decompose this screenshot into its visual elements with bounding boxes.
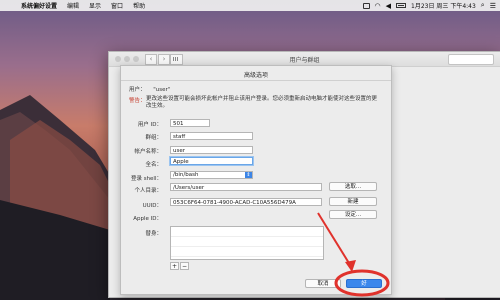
search-input[interactable] (448, 54, 494, 65)
full-name-label: 全名： (145, 162, 162, 168)
choose-button[interactable]: 选取... (329, 182, 377, 191)
remove-alias-button[interactable]: − (180, 262, 189, 270)
warning-text: 更改这些设置可能会损坏此帐户并阻止该用户登录。您必须重新启动电脑才能使对这些设置… (146, 96, 378, 109)
sheet-divider (121, 80, 391, 81)
full-name-field[interactable]: Apple (170, 157, 253, 165)
apple-id-label: Apple ID： (133, 216, 162, 222)
sheet-title: 高级选项 (243, 72, 268, 79)
aliases-list[interactable] (170, 226, 324, 260)
menu-clock[interactable]: 1月23日 周三 下午4:43 (411, 1, 476, 10)
notification-center-icon[interactable]: ☰ (490, 2, 496, 10)
screen-mirroring-icon[interactable] (362, 2, 370, 9)
menu-help[interactable]: 帮助 (128, 1, 150, 10)
menu-window[interactable]: 窗口 (106, 1, 128, 10)
menu-view[interactable]: 显示 (84, 1, 106, 10)
chevron-updown-icon: ⇕ (245, 172, 252, 178)
battery-icon[interactable] (396, 3, 407, 8)
warning-label: 警告： (129, 98, 146, 104)
home-dir-label: 个人目录： (134, 188, 162, 194)
user-label: 用户： (129, 87, 146, 93)
set-apple-id-button[interactable]: 设定... (329, 210, 377, 219)
add-alias-button[interactable]: + (170, 262, 179, 270)
wifi-icon[interactable]: ◠ (375, 2, 381, 10)
account-name-field[interactable]: user (170, 146, 253, 154)
list-item (171, 247, 323, 257)
uuid-label: UUID： (142, 203, 162, 209)
ok-button[interactable]: 好 (346, 279, 382, 288)
group-field[interactable]: staff (170, 132, 253, 140)
user-info: 用户： "user" (129, 85, 170, 93)
login-shell-select[interactable]: /bin/bash ⇕ (170, 171, 253, 179)
login-shell-value: /bin/bash (173, 172, 199, 178)
spotlight-search-icon[interactable]: ⌕ (481, 1, 485, 10)
menu-bar: 系统偏好设置 编辑 显示 窗口 帮助 ◠ ◀ 1月23日 周三 下午4:43 ⌕… (0, 0, 500, 11)
account-name-label: 帐户名称： (134, 149, 162, 155)
uuid-field[interactable]: 053C6F64-0781-4900-ACAD-C10A556D479A (170, 198, 322, 206)
volume-icon[interactable]: ◀ (386, 2, 391, 10)
window-title: 用户与群组 (289, 57, 320, 64)
user-value: "user" (153, 87, 171, 93)
cancel-button[interactable]: 取消 (305, 279, 341, 288)
menu-app-name[interactable]: 系统偏好设置 (16, 1, 62, 10)
uid-field[interactable]: 501 (170, 119, 210, 127)
login-shell-label: 登录 shell： (130, 176, 162, 182)
home-dir-field[interactable]: /Users/user (170, 183, 322, 191)
aliases-label: 替身： (145, 231, 162, 237)
list-item (171, 227, 323, 237)
create-uuid-button[interactable]: 新建 (329, 197, 377, 206)
uid-label: 用户 ID： (137, 122, 162, 128)
group-label: 群组： (145, 135, 162, 141)
menu-edit[interactable]: 编辑 (62, 1, 84, 10)
list-item (171, 237, 323, 247)
